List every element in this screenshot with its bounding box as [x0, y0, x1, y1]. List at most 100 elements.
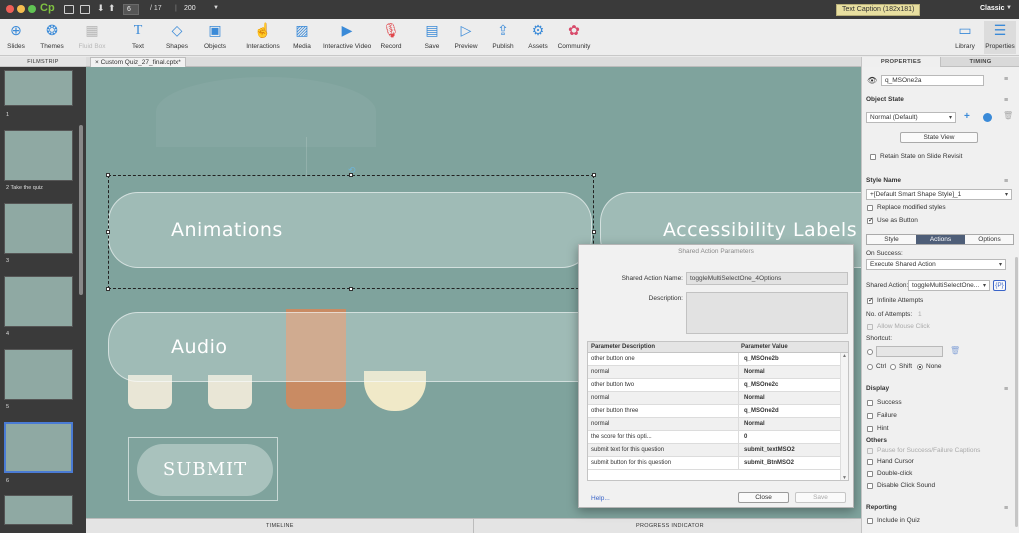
interactions-button[interactable]: ☝ Interactions	[245, 21, 281, 54]
state-menu-icon[interactable]: ≡	[1004, 97, 1008, 104]
fluid-box-button[interactable]: ▦ Fluid Box	[77, 21, 107, 54]
save-button[interactable]: Save	[795, 492, 846, 503]
slide-thumbnail-2[interactable]	[4, 130, 73, 181]
reset-state-icon[interactable]	[983, 113, 992, 122]
resize-handle[interactable]	[106, 173, 110, 177]
shared-action-name-field[interactable]: toggleMultiSelectOne_4Options	[686, 272, 848, 285]
add-state-icon[interactable]: +	[964, 111, 970, 122]
success-checkbox[interactable]	[867, 400, 873, 406]
table-row[interactable]: other button two q_MSOne2c	[588, 379, 841, 392]
panel-scrollbar[interactable]	[1015, 257, 1018, 527]
ctrl-radio[interactable]	[867, 364, 873, 370]
shortcut-radio[interactable]	[867, 349, 873, 355]
tab-timing[interactable]: TIMING	[941, 57, 1019, 67]
table-row[interactable]: other button three q_MSOne2d	[588, 405, 841, 418]
style-name-select[interactable]: +[Default Smart Shape Style]_1 ▾	[866, 189, 1012, 200]
delete-state-icon[interactable]: 🗑	[1003, 111, 1013, 120]
objects-button[interactable]: ▣ Objects	[202, 21, 228, 54]
download-icon[interactable]: ⬇	[97, 3, 105, 14]
chevron-down-icon[interactable]: ▼	[213, 5, 219, 11]
mail-icon[interactable]	[80, 5, 90, 14]
tab-properties[interactable]: PROPERTIES	[862, 57, 941, 67]
slide-thumbnail-5[interactable]	[4, 349, 73, 400]
save-button[interactable]: ▤ Save	[422, 21, 442, 54]
hand-cursor-checkbox[interactable]	[867, 459, 873, 465]
table-row[interactable]: normal Normal	[588, 418, 841, 431]
resize-handle[interactable]	[592, 173, 596, 177]
rotate-handle-icon[interactable]: ⟲	[348, 165, 356, 176]
none-radio[interactable]	[917, 364, 923, 370]
table-row[interactable]: normal Normal	[588, 392, 841, 405]
close-tab-icon[interactable]: ×	[95, 59, 99, 66]
tab-actions[interactable]: Actions	[916, 235, 965, 244]
table-row[interactable]: submit button for this question submit_B…	[588, 457, 841, 470]
scroll-up-icon[interactable]: ▲	[842, 353, 847, 359]
slide-thumbnail-7[interactable]	[4, 495, 73, 525]
filmstrip-scrollbar[interactable]	[79, 125, 83, 295]
library-button[interactable]: ▭ Library	[952, 21, 978, 54]
shared-action-select[interactable]: toggleMultiSelectOne... ▾	[908, 280, 990, 291]
table-scrollbar[interactable]: ▲ ▼	[840, 353, 848, 480]
publish-button[interactable]: ⇪ Publish	[490, 21, 516, 54]
panel-menu-icon[interactable]: ≡	[1004, 76, 1008, 83]
tab-style[interactable]: Style	[867, 235, 916, 244]
media-button[interactable]: ▨ Media	[290, 21, 314, 54]
properties-button[interactable]: ☰ Properties	[984, 21, 1016, 54]
replace-styles-checkbox[interactable]	[867, 205, 873, 211]
slide-number-input[interactable]: 6	[123, 4, 139, 15]
record-button[interactable]: 🎙 Record	[380, 21, 402, 54]
double-click-checkbox[interactable]	[867, 471, 873, 477]
on-success-select[interactable]: Execute Shared Action ▾	[866, 259, 1006, 270]
timeline-tab[interactable]: TIMELINE	[266, 523, 294, 529]
table-row[interactable]: the score for this opti... 0	[588, 431, 841, 444]
preview-button[interactable]: ▷ Preview	[453, 21, 479, 54]
maximize-window-button[interactable]	[28, 5, 36, 13]
resize-handle[interactable]	[106, 287, 110, 291]
reporting-menu-icon[interactable]: ≡	[1004, 505, 1008, 512]
pause-captions-checkbox[interactable]	[867, 448, 873, 454]
interactive-video-button[interactable]: ▶ Interactive Video	[323, 21, 371, 54]
retain-state-checkbox[interactable]	[870, 154, 876, 160]
disable-sound-checkbox[interactable]	[867, 483, 873, 489]
use-as-button-checkbox[interactable]	[867, 216, 874, 224]
attempts-value[interactable]: 1	[918, 311, 922, 318]
upload-icon[interactable]: ⬆	[108, 3, 116, 14]
close-button[interactable]: Close	[738, 492, 789, 503]
community-button[interactable]: ✿ Community	[556, 21, 592, 54]
table-row[interactable]: submit text for this question submit_tex…	[588, 444, 841, 457]
allow-mouse-click-checkbox[interactable]	[867, 324, 873, 330]
display-menu-icon[interactable]: ≡	[1004, 386, 1008, 393]
state-view-button[interactable]: State View	[900, 132, 978, 143]
workspace-mode[interactable]: Classic	[980, 5, 1005, 12]
resize-handle[interactable]	[592, 230, 596, 234]
visibility-eye-icon[interactable]: 👁	[867, 76, 877, 85]
table-row[interactable]: other button one q_MSOne2b	[588, 353, 841, 366]
shapes-button[interactable]: ◇ Shapes	[164, 21, 190, 54]
slide-thumbnail-3[interactable]	[4, 203, 73, 254]
style-menu-icon[interactable]: ≡	[1004, 178, 1008, 185]
mode-chevron-icon[interactable]: ▼	[1006, 5, 1012, 11]
screen-icon[interactable]	[64, 5, 74, 14]
slide-thumbnail-4[interactable]	[4, 276, 73, 327]
table-row[interactable]: normal Normal	[588, 366, 841, 379]
failure-checkbox[interactable]	[867, 413, 873, 419]
slide-thumbnail-6[interactable]	[4, 422, 73, 473]
assets-button[interactable]: ⚙ Assets	[526, 21, 550, 54]
clear-shortcut-icon[interactable]: 🗑	[950, 346, 960, 355]
object-state-select[interactable]: Normal (Default) ▾	[866, 112, 956, 123]
hint-checkbox[interactable]	[867, 426, 873, 432]
description-field[interactable]	[686, 292, 848, 334]
include-quiz-checkbox[interactable]	[867, 518, 873, 524]
resize-handle[interactable]	[349, 287, 353, 291]
shortcut-field[interactable]	[876, 346, 943, 357]
document-tab[interactable]: × Custom Quiz_27_final.cptx*	[90, 57, 186, 67]
themes-button[interactable]: ❂ Themes	[38, 21, 66, 54]
infinite-attempts-checkbox[interactable]	[867, 296, 874, 304]
progress-indicator-tab[interactable]: PROGRESS INDICATOR	[636, 523, 704, 529]
close-window-button[interactable]	[6, 5, 14, 13]
shift-radio[interactable]	[890, 364, 896, 370]
scroll-down-icon[interactable]: ▼	[842, 475, 847, 480]
text-button[interactable]: T Text	[126, 21, 150, 54]
object-name-field[interactable]: q_MSOne2a	[881, 75, 984, 86]
tab-options[interactable]: Options	[965, 235, 1014, 244]
